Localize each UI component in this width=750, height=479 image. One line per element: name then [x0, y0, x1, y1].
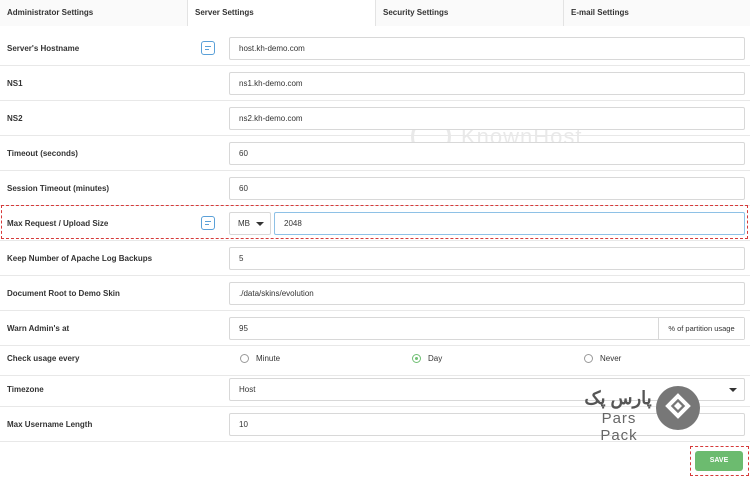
ns1-label: NS1: [7, 79, 23, 88]
max-username-label: Max Username Length: [7, 420, 93, 429]
radio-day-label: Day: [428, 354, 443, 363]
max-username-field[interactable]: 10: [229, 413, 745, 436]
row-ns2: NS2 ns2.kh-demo.com: [0, 101, 750, 136]
row-max-username: Max Username Length 10: [0, 407, 750, 442]
row-ns1: NS1 ns1.kh-demo.com: [0, 66, 750, 101]
radio-never-circle[interactable]: [584, 354, 593, 363]
ns2-field[interactable]: ns2.kh-demo.com: [229, 107, 745, 130]
row-session-timeout: Session Timeout (minutes) 60: [0, 171, 750, 206]
radio-minute-label: Minute: [256, 354, 281, 363]
settings-tabs: Administrator Settings Server Settings S…: [0, 0, 750, 26]
radio-day[interactable]: Day: [412, 341, 442, 376]
row-max-request: Max Request / Upload Size MB 2048: [0, 206, 750, 241]
timeout-label: Timeout (seconds): [7, 149, 78, 158]
edit-icon[interactable]: [201, 216, 215, 230]
timeout-field[interactable]: 60: [229, 142, 745, 165]
max-request-field[interactable]: 2048: [274, 212, 745, 235]
check-usage-label: Check usage every: [7, 354, 80, 363]
timezone-label: Timezone: [7, 385, 44, 394]
radio-minute-circle[interactable]: [240, 354, 249, 363]
size-unit-value: MB: [238, 219, 250, 228]
row-timeout: Timeout (seconds) 60: [0, 136, 750, 171]
radio-never-label: Never: [600, 354, 622, 363]
radio-day-circle[interactable]: [412, 354, 421, 363]
tab-email-settings[interactable]: E-mail Settings: [564, 0, 750, 26]
session-timeout-field[interactable]: 60: [229, 177, 745, 200]
save-button[interactable]: SAVE: [695, 451, 743, 471]
row-log-backups: Keep Number of Apache Log Backups 5: [0, 241, 750, 276]
chevron-down-icon: [729, 388, 737, 392]
edit-icon[interactable]: [201, 41, 215, 55]
doc-root-field[interactable]: ./data/skins/evolution: [229, 282, 745, 305]
hostname-field[interactable]: host.kh-demo.com: [229, 37, 745, 60]
size-unit-select[interactable]: MB: [229, 212, 271, 235]
ns1-field[interactable]: ns1.kh-demo.com: [229, 72, 745, 95]
ns2-label: NS2: [7, 114, 23, 123]
row-check-usage: Check usage every Minute Day Never: [0, 341, 750, 376]
hostname-label: Server's Hostname: [7, 44, 80, 53]
tab-administrator-settings[interactable]: Administrator Settings: [0, 0, 188, 26]
warn-admin-suffix: % of partition usage: [658, 318, 744, 339]
warn-admin-value: 95: [239, 324, 248, 333]
session-timeout-label: Session Timeout (minutes): [7, 184, 110, 193]
row-doc-root: Document Root to Demo Skin ./data/skins/…: [0, 276, 750, 311]
row-hostname: Server's Hostname host.kh-demo.com: [0, 31, 750, 66]
tab-security-settings[interactable]: Security Settings: [376, 0, 564, 26]
timezone-select[interactable]: Host: [229, 378, 745, 401]
radio-never[interactable]: Never: [584, 341, 621, 376]
warn-admin-field[interactable]: 95 % of partition usage: [229, 317, 745, 340]
tab-server-settings[interactable]: Server Settings: [188, 0, 376, 26]
save-highlight-frame: SAVE: [690, 446, 749, 476]
chevron-down-icon: [256, 222, 264, 226]
row-timezone: Timezone Host: [0, 372, 750, 407]
timezone-value: Host: [239, 385, 256, 394]
max-request-label: Max Request / Upload Size: [7, 219, 109, 228]
doc-root-label: Document Root to Demo Skin: [7, 289, 120, 298]
log-backups-label: Keep Number of Apache Log Backups: [7, 254, 153, 263]
log-backups-field[interactable]: 5: [229, 247, 745, 270]
radio-minute[interactable]: Minute: [240, 341, 280, 376]
